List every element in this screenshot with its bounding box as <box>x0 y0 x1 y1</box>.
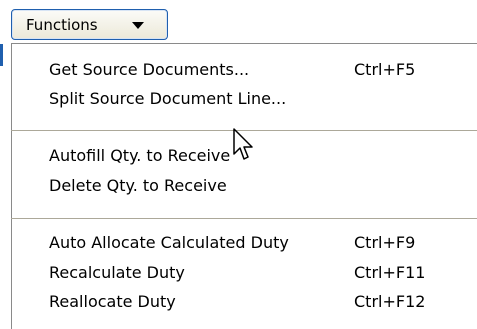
menu-item-reallocate-duty[interactable]: Reallocate Duty Ctrl+F12 <box>12 287 477 317</box>
menu-item-split-source-document-line[interactable]: Split Source Document Line... <box>12 84 477 114</box>
menu-item-recalculate-duty[interactable]: Recalculate Duty Ctrl+F11 <box>12 258 477 288</box>
menu-item-label: Auto Allocate Calculated Duty <box>49 233 289 252</box>
menu-item-label: Delete Qty. to Receive <box>49 176 227 195</box>
menu-item-shortcut: Ctrl+F9 <box>354 233 416 252</box>
menu-item-label: Split Source Document Line... <box>49 89 287 108</box>
menu-item-shortcut: Ctrl+F11 <box>354 263 426 282</box>
functions-menu-button[interactable]: Functions <box>11 9 168 40</box>
menu-item-auto-allocate-calculated-duty[interactable]: Auto Allocate Calculated Duty Ctrl+F9 <box>12 228 477 258</box>
menu-item-label: Recalculate Duty <box>49 263 185 282</box>
functions-button-label: Functions <box>26 16 98 34</box>
left-edge-marker <box>0 44 3 66</box>
menu-item-get-source-documents[interactable]: Get Source Documents... Ctrl+F5 <box>12 55 477 85</box>
menu-item-shortcut: Ctrl+F12 <box>354 292 426 311</box>
mouse-pointer-icon <box>233 128 253 160</box>
functions-dropdown-menu: Get Source Documents... Ctrl+F5 Split So… <box>11 43 477 329</box>
menu-item-label: Get Source Documents... <box>49 60 250 79</box>
chevron-down-icon <box>132 22 144 29</box>
menu-separator <box>11 218 477 219</box>
menu-item-label: Reallocate Duty <box>49 292 176 311</box>
menu-item-label: Autofill Qty. to Receive <box>49 146 231 165</box>
menu-item-shortcut: Ctrl+F5 <box>354 60 416 79</box>
menu-item-delete-qty-to-receive[interactable]: Delete Qty. to Receive <box>12 171 477 201</box>
